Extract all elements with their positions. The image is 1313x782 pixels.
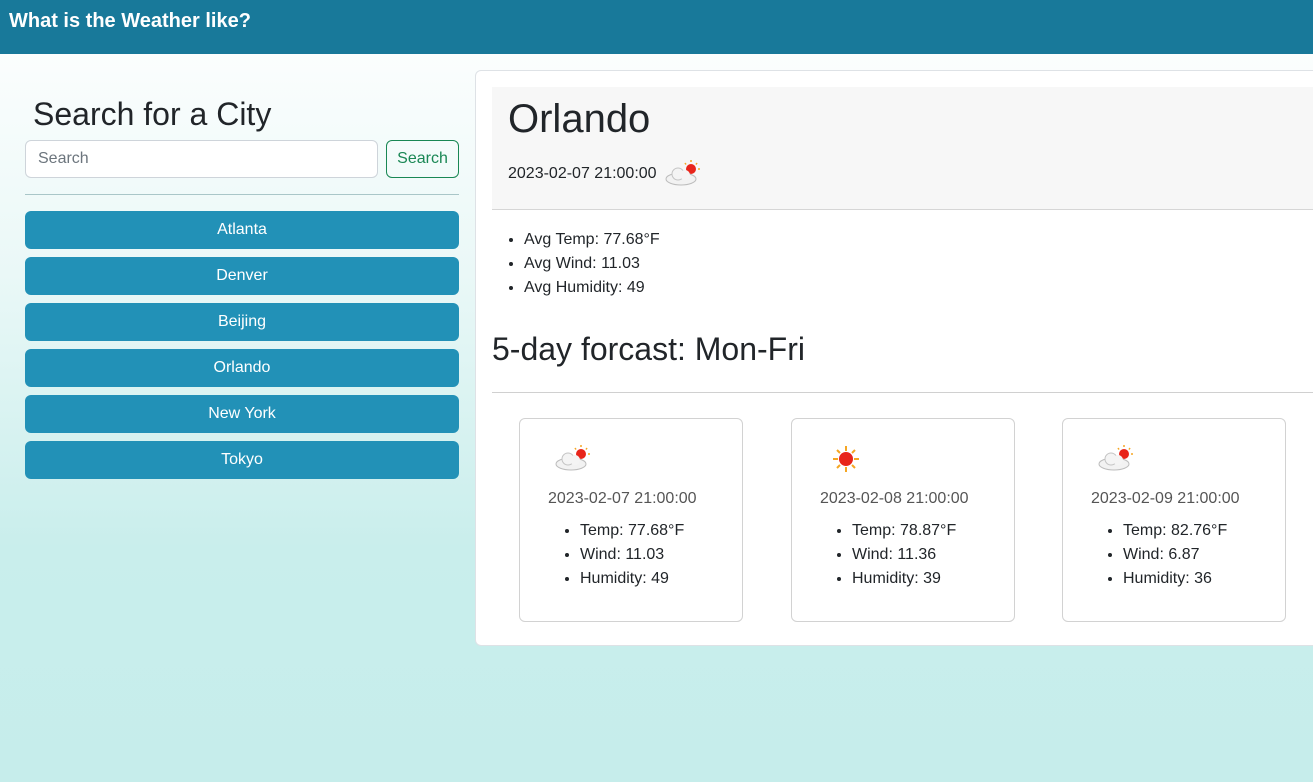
- city-button-tokyo[interactable]: Tokyo: [25, 441, 459, 479]
- sidebar-divider: [25, 194, 459, 195]
- forecast-humidity: Humidity: 36: [1123, 567, 1227, 591]
- forecast-title: 5-day forcast: Mon-Fri: [492, 331, 805, 367]
- current-date: 2023-02-07 21:00:00: [508, 165, 657, 182]
- forecast-wind: Wind: 11.03: [580, 543, 684, 567]
- search-heading: Search for a City: [33, 96, 272, 132]
- current-weather-header: Orlando 2023-02-07 21:00:00: [492, 87, 1313, 210]
- forecast-stats: Temp: 78.87°F Wind: 11.36 Humidity: 39: [852, 519, 956, 591]
- partly-cloudy-icon: [1098, 445, 1133, 471]
- city-button-orlando[interactable]: Orlando: [25, 349, 459, 387]
- current-stats-list: Avg Temp: 77.68°F Avg Wind: 11.03 Avg Hu…: [524, 228, 660, 300]
- search-input[interactable]: [25, 140, 378, 178]
- city-name: Orlando: [508, 97, 651, 141]
- forecast-wind: Wind: 11.36: [852, 543, 956, 567]
- forecast-temp: Temp: 78.87°F: [852, 519, 956, 543]
- forecast-date: 2023-02-09 21:00:00: [1091, 490, 1240, 507]
- forecast-stats: Temp: 82.76°F Wind: 6.87 Humidity: 36: [1123, 519, 1227, 591]
- navbar: What is the Weather like?: [0, 0, 1313, 54]
- forecast-date: 2023-02-07 21:00:00: [548, 490, 697, 507]
- forecast-temp: Temp: 77.68°F: [580, 519, 684, 543]
- city-list: Atlanta Denver Beijing Orlando New York …: [25, 211, 459, 487]
- avg-wind: Avg Wind: 11.03: [524, 252, 660, 276]
- forecast-wind: Wind: 6.87: [1123, 543, 1227, 567]
- weather-card: Orlando 2023-02-07 21:00:00 Avg Temp: 77…: [475, 70, 1313, 646]
- forecast-card: 2023-02-08 21:00:00 Temp: 78.87°F Wind: …: [791, 418, 1015, 622]
- avg-humidity: Avg Humidity: 49: [524, 276, 660, 300]
- forecast-humidity: Humidity: 49: [580, 567, 684, 591]
- partly-cloudy-icon: [665, 160, 700, 186]
- forecast-card: 2023-02-07 21:00:00 Temp: 77.68°F Wind: …: [519, 418, 743, 622]
- city-button-atlanta[interactable]: Atlanta: [25, 211, 459, 249]
- search-button[interactable]: Search: [386, 140, 459, 178]
- forecast-date: 2023-02-08 21:00:00: [820, 490, 969, 507]
- city-button-beijing[interactable]: Beijing: [25, 303, 459, 341]
- forecast-stats: Temp: 77.68°F Wind: 11.03 Humidity: 49: [580, 519, 684, 591]
- city-button-denver[interactable]: Denver: [25, 257, 459, 295]
- forecast-card: 2023-02-09 21:00:00 Temp: 82.76°F Wind: …: [1062, 418, 1286, 622]
- city-button-new-york[interactable]: New York: [25, 395, 459, 433]
- sun-icon: [833, 446, 859, 472]
- app-title: What is the Weather like?: [9, 10, 251, 32]
- forecast-humidity: Humidity: 39: [852, 567, 956, 591]
- avg-temp: Avg Temp: 77.68°F: [524, 228, 660, 252]
- forecast-temp: Temp: 82.76°F: [1123, 519, 1227, 543]
- partly-cloudy-icon: [555, 445, 590, 471]
- forecast-divider: [492, 392, 1313, 393]
